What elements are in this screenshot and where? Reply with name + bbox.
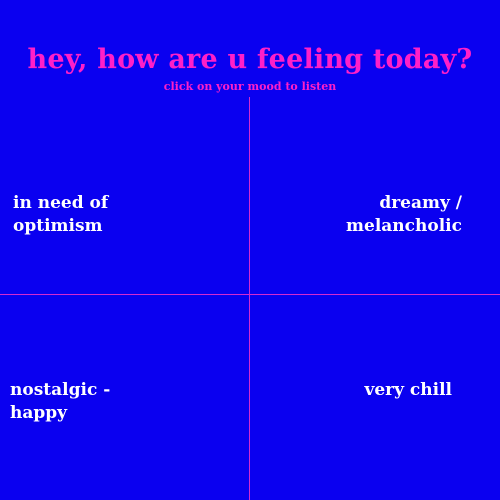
vertical-divider <box>249 97 250 500</box>
mood-dreamy-line-1: dreamy / <box>379 193 462 213</box>
mood-dreamy-line-2: melancholic <box>346 216 462 236</box>
mood-optimism-line-1: in need of <box>13 193 109 213</box>
mood-nostalgic-line-1: nostalgic - <box>10 380 111 400</box>
mood-dreamy-link[interactable]: dreamy / melancholic <box>346 192 462 238</box>
page-subtitle: click on your mood to listen <box>163 80 337 93</box>
horizontal-divider <box>0 294 500 295</box>
mood-optimism-line-2: optimism <box>13 216 103 236</box>
mood-nostalgic-link[interactable]: nostalgic - happy <box>10 379 110 425</box>
mood-optimism-link[interactable]: in need of optimism <box>13 192 108 238</box>
mood-nostalgic-line-2: happy <box>10 403 68 423</box>
page-title: hey, how are u feeling today? <box>27 44 473 75</box>
mood-chill-line-1: very chill <box>364 380 452 400</box>
mood-chill-link[interactable]: very chill <box>364 379 452 402</box>
